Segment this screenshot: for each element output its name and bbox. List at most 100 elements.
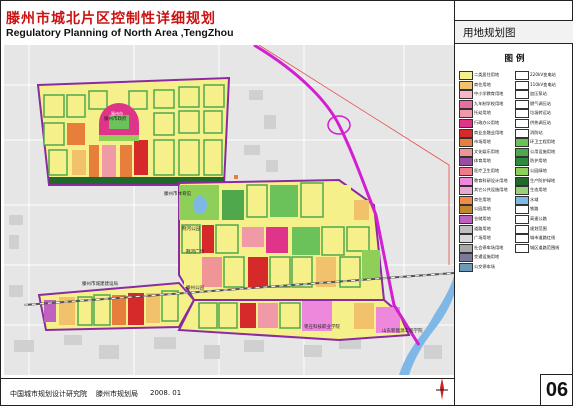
legend-swatch <box>459 243 473 253</box>
legend-label: 垃圾转运站 <box>530 110 551 116</box>
legend-swatch <box>515 128 529 138</box>
legend-swatch <box>459 80 473 90</box>
legend-item: 文化娱乐用地 <box>459 147 514 157</box>
legend-item: 防护用地 <box>515 157 570 167</box>
legend-label: 环卫工程用地 <box>530 139 556 145</box>
legend-item: 燃气调压站 <box>515 99 570 109</box>
legend-swatch <box>515 186 529 196</box>
legend-label: 供热调压站 <box>530 120 551 125</box>
legend-item: 商住用地 <box>459 80 514 90</box>
legend-label: 消防站 <box>530 129 543 135</box>
legend-label: 加压泵站 <box>530 91 547 97</box>
legend-swatch <box>459 147 473 157</box>
legend-title: 图 例 <box>504 54 525 64</box>
legend-label: 其它公共设施用地 <box>474 187 508 193</box>
legend-label: 规划范围 <box>530 225 547 231</box>
legend-swatch <box>459 128 473 138</box>
legend-item: 体育用地 <box>459 157 514 167</box>
legend-item: 中小学教育用地 <box>459 90 514 100</box>
legend-swatch <box>515 205 529 215</box>
legend-swatch <box>459 186 473 196</box>
panel-title: 用地规划图 <box>463 27 516 39</box>
legend-item: 教育科研设计用地 <box>459 176 514 186</box>
legend-label: 仓储用地 <box>474 216 491 221</box>
legend-item: 加压泵站 <box>515 90 570 100</box>
se-blocks <box>198 301 400 333</box>
legend-label: 社会停车场用地 <box>474 244 504 250</box>
legend-item: 生态用地 <box>515 186 570 196</box>
footer-org-2: 滕州市规划局 <box>96 390 138 398</box>
legend-label: 110kV变电站 <box>530 81 556 87</box>
label-g: 枣庄科技职业学院 <box>304 323 340 330</box>
legend-label: 燃气调压站 <box>530 100 551 106</box>
legend-swatch <box>459 253 473 263</box>
legend-item: 110kV变电站 <box>515 80 570 90</box>
legend-label: 公园用地 <box>474 206 491 212</box>
legend-swatch <box>459 109 473 119</box>
legend-label: 公园绿地 <box>530 168 547 173</box>
legend-item: 公用设施用地 <box>515 147 570 157</box>
legend-label: 市场用地 <box>474 139 491 145</box>
legend-swatch <box>515 80 529 90</box>
legend-item: 城区道路范围线 <box>515 243 570 253</box>
legend-label: 托幼用地 <box>474 110 491 116</box>
legend-label: 防护用地 <box>530 158 547 164</box>
land-use-map-svg: 滕州市 滕州市体育馆 荆河公园 滕州市政府 荆河广场 滕州市城建建设局 滕州公园… <box>4 45 454 375</box>
legend-label: 公用设施用地 <box>530 148 556 154</box>
legend-label: 城区道路范围线 <box>530 244 560 250</box>
legend-swatch <box>515 157 529 167</box>
legend-item: 交通设施用地 <box>459 253 514 263</box>
legend-label: 商业金融业用地 <box>474 129 504 135</box>
legend-swatch <box>515 109 529 119</box>
legend-swatch <box>515 215 529 224</box>
label-b: 荆河公园 <box>182 225 200 232</box>
legend-item: 公园用地 <box>459 205 514 215</box>
central-blocks <box>179 175 380 288</box>
title-chinese: 滕州市城北片区控制性详细规划 <box>6 11 216 27</box>
label-f: 滕州公园 <box>186 284 204 291</box>
label-d: 荆河广场 <box>186 248 204 255</box>
legend-item: 仓储用地 <box>459 215 514 224</box>
legend-item: 220kV变电站 <box>515 71 570 80</box>
legend-label: 公交停车场 <box>474 264 495 269</box>
footer-bar: 中国城市规划设计研究院 滕州市规划局 2008. 01 <box>0 378 454 406</box>
legend-panel: 用地规划图 图 例 二类居住用地 商住用地 中小学教育用地 九年制学校用地 托幼用地 行政… <box>454 0 573 406</box>
legend-swatch <box>459 263 473 272</box>
legend-swatch <box>515 234 529 244</box>
legend-label: 水域 <box>530 196 539 202</box>
footer-date: 2008. 01 <box>150 389 182 397</box>
label-gov-center: 滕州市 <box>111 110 123 116</box>
compass-logo-icon <box>436 378 448 400</box>
legend-item: 商住用地 <box>459 195 514 205</box>
footer-org-1: 中国城市规划设计研究院 <box>10 390 87 398</box>
legend-item: 城市道路红线 <box>515 234 570 244</box>
legend-swatch <box>459 224 473 234</box>
legend-label: 九年制学校用地 <box>474 100 504 106</box>
legend-item: 公交停车场 <box>459 263 514 272</box>
sheet-number: 06 <box>540 374 573 406</box>
legend-swatch <box>515 71 529 80</box>
legend-label: 商住用地 <box>474 81 491 87</box>
legend-label: 城市道路红线 <box>530 235 556 241</box>
legend-item: 消防站 <box>515 128 570 138</box>
title-english: Regulatory Planning of North Area ,TengZ… <box>6 27 234 39</box>
legend-item: 其它公共设施用地 <box>459 186 514 196</box>
legend-swatch <box>515 176 529 186</box>
legend-swatch <box>459 195 473 205</box>
land-use-map[interactable]: 滕州市 滕州市体育馆 荆河公园 滕州市政府 荆河广场 滕州市城建建设局 滕州公园… <box>4 45 454 375</box>
legend-label: 生产防护绿地 <box>530 177 556 183</box>
legend-item: 市场用地 <box>459 138 514 148</box>
legend-item: 托幼用地 <box>459 109 514 119</box>
legend-swatch <box>515 195 529 205</box>
legend-item: 医疗卫生用地 <box>459 167 514 176</box>
label-c: 滕州市政府 <box>104 115 127 122</box>
legend-label: 体育用地 <box>474 158 491 164</box>
legend-item: 公园绿地 <box>515 167 570 176</box>
legend-item: 水域 <box>515 195 570 205</box>
legend-swatch <box>459 167 473 176</box>
legend-item: 行政办公用地 <box>459 119 514 128</box>
legend-label: 商住用地 <box>474 196 491 202</box>
label-a: 滕州市体育馆 <box>164 190 191 197</box>
legend-label: 交通设施用地 <box>474 254 500 260</box>
legend-swatch <box>459 71 473 80</box>
